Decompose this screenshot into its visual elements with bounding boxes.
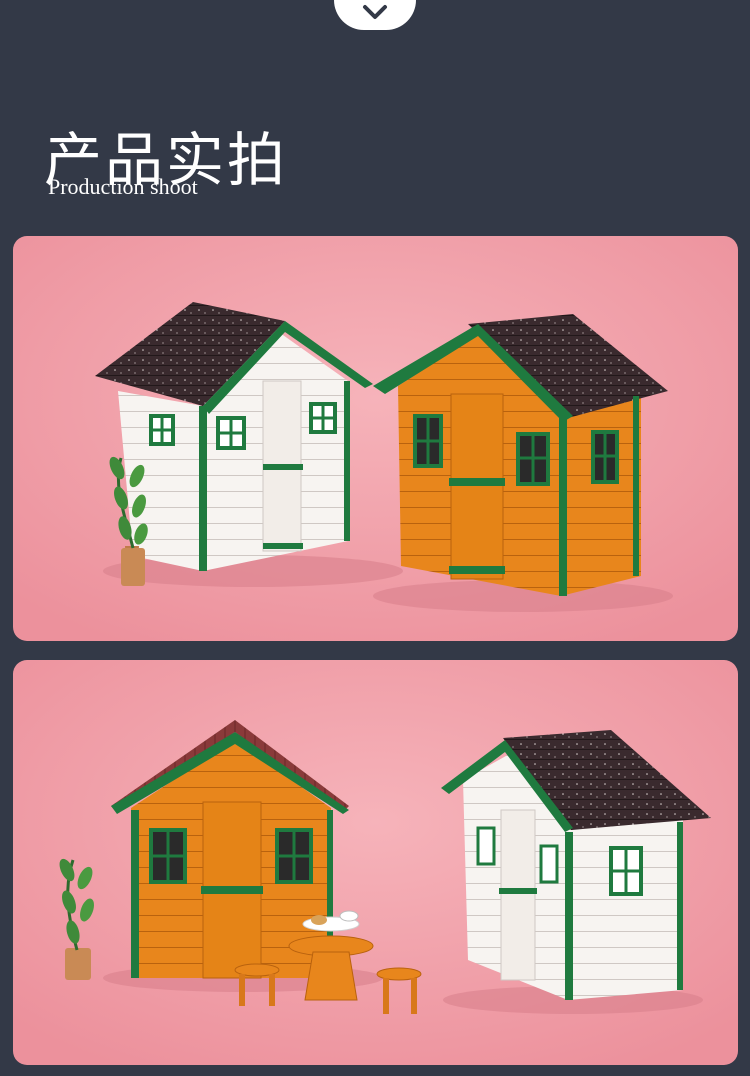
product-photo-2 xyxy=(13,660,738,1065)
photo-1-illustration xyxy=(13,236,738,641)
photo-2-illustration xyxy=(13,660,738,1065)
chevron-down-icon xyxy=(363,5,387,19)
scroll-down-tab[interactable] xyxy=(334,0,416,30)
product-photo-1 xyxy=(13,236,738,641)
section-subtitle: Production shoot xyxy=(48,174,198,199)
